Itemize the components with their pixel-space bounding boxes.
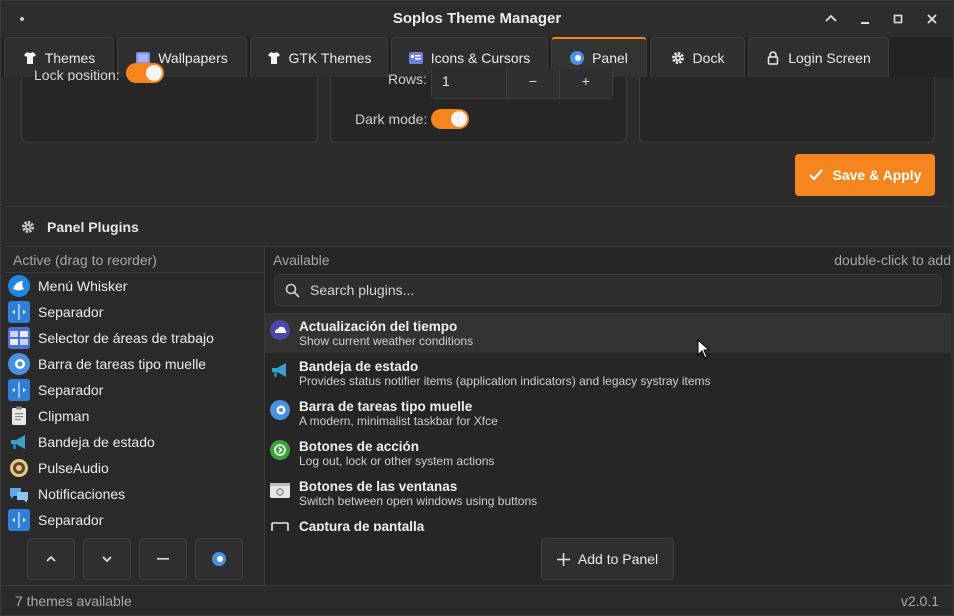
window-title: Soplos Theme Manager [392, 10, 562, 27]
list-item[interactable]: Separador [5, 299, 264, 325]
workspace-switcher-icon [8, 327, 30, 349]
list-item[interactable]: Botones de las ventanas Switch between op… [265, 473, 951, 513]
list-item[interactable]: Selector de áreas de trabajo [5, 325, 264, 351]
list-item[interactable]: Menú Whisker [5, 273, 264, 299]
chevron-up-icon [46, 555, 56, 562]
panel-plugins-header: Panel Plugins [5, 206, 951, 246]
maximize-icon[interactable] [888, 10, 908, 30]
mouse-cursor-icon [697, 339, 711, 359]
move-up-button[interactable] [27, 538, 75, 580]
check-icon [808, 169, 823, 181]
speaker-icon [8, 457, 30, 479]
version-label: v2.0.1 [900, 593, 939, 609]
increase-button[interactable]: + [559, 69, 612, 98]
rows-label: Rows: [388, 71, 427, 87]
tab-label: Wallpapers [158, 49, 228, 66]
remove-button[interactable] [139, 538, 187, 580]
status-bar: 7 themes available v2.0.1 [1, 585, 953, 615]
list-item[interactable]: Barra de tareas tipo muelle [5, 351, 264, 377]
panel-tab-content: Lock position: Rows: 1 − + Dark mode: Sa… [5, 63, 951, 585]
themes-count: 7 themes available [15, 593, 132, 609]
notifications-icon [8, 483, 30, 505]
active-header: Active (drag to reorder) [5, 247, 264, 273]
chevron-down-icon [102, 556, 112, 563]
panel-preferences-button[interactable] [195, 538, 243, 580]
dark-mode-toggle[interactable] [431, 109, 469, 129]
gear-icon [671, 51, 684, 64]
minimize-icon[interactable] [855, 10, 875, 30]
search-icon [285, 283, 300, 298]
active-plugins-pane: Active (drag to reorder) Menú Whisker Se… [5, 246, 265, 585]
separator-icon [8, 379, 30, 401]
add-label: Add to Panel [577, 551, 659, 567]
list-item[interactable]: Actualización del tiempo Show current wea… [265, 313, 951, 353]
list-item[interactable]: Separador [5, 377, 264, 403]
panel-icon [570, 51, 585, 65]
tab-label: Dock [692, 49, 725, 66]
screenshot-icon [271, 522, 289, 531]
window-buttons-icon [270, 483, 290, 498]
list-item[interactable]: Separador [5, 507, 264, 533]
lock-position-toggle[interactable] [126, 63, 164, 83]
icons-icon [408, 51, 423, 64]
tab-label: Themes [44, 49, 96, 66]
separator-icon [8, 301, 30, 323]
tab-dock[interactable]: Dock [650, 37, 745, 77]
dark-mode-label: Dark mode: [355, 111, 428, 127]
list-item[interactable]: Bandeja de estado Provides status notifie… [265, 353, 951, 393]
rows-spinbutton[interactable]: 1 − + [431, 69, 613, 99]
available-header-row: Available double-click to add [265, 247, 951, 273]
add-hint: double-click to add [834, 252, 951, 268]
megaphone-icon [272, 363, 286, 377]
title-bar[interactable]: Soplos Theme Manager [1, 1, 953, 37]
tab-login-screen[interactable]: Login Screen [748, 37, 889, 77]
available-header: Available [273, 252, 330, 268]
minus-icon [157, 558, 169, 560]
search-field[interactable]: Search plugins... [274, 274, 942, 306]
gear-icon [22, 220, 34, 233]
list-item[interactable]: Bandeja de estado [5, 429, 264, 455]
decrease-button[interactable]: − [507, 69, 560, 98]
appearance-card: Rows: 1 − + Dark mode: [330, 69, 627, 143]
panel-icon [212, 552, 226, 566]
rows-value[interactable]: 1 [432, 69, 508, 98]
separator-icon [8, 509, 30, 531]
list-item[interactable]: Clipman [5, 403, 264, 429]
list-item[interactable]: PulseAudio [5, 455, 264, 481]
close-icon[interactable] [922, 10, 942, 30]
app-window: Soplos Theme Manager Themes Wallpapers G… [0, 0, 954, 616]
section-title: Panel Plugins [47, 218, 139, 235]
tab-label: Panel [592, 50, 628, 66]
extra-card [639, 77, 935, 143]
chevron-up-icon[interactable] [821, 10, 841, 30]
tab-label: GTK Themes [288, 49, 372, 66]
save-label: Save & Apply [832, 167, 922, 183]
list-item[interactable]: Notificaciones [5, 481, 264, 507]
available-plugins-pane: Available double-click to add Search plu… [265, 246, 951, 585]
plus-icon [556, 552, 570, 566]
action-buttons-icon [270, 440, 290, 460]
docklike-taskbar-icon [8, 353, 30, 375]
search-input[interactable]: Search plugins... [310, 282, 414, 298]
list-item[interactable]: Botones de acción Log out, lock or other … [265, 433, 951, 473]
tab-label: Login Screen [788, 49, 871, 66]
whisker-menu-icon [8, 275, 30, 297]
docklike-taskbar-icon [270, 400, 290, 420]
weather-icon [270, 320, 290, 340]
active-plugins-list: Menú Whisker Separador Selector de áreas… [5, 273, 264, 533]
lock-position-label: Lock position: [34, 67, 120, 81]
lock-icon [767, 50, 779, 65]
move-down-button[interactable] [83, 538, 131, 580]
megaphone-icon [8, 431, 30, 453]
shirt-icon [267, 51, 280, 64]
clipboard-icon [8, 405, 30, 427]
list-item[interactable]: Barra de tareas tipo muelle A modern, min… [265, 393, 951, 433]
tab-gtk-themes[interactable]: GTK Themes [250, 37, 388, 77]
add-to-panel-button[interactable]: Add to Panel [541, 538, 674, 580]
position-card: Lock position: [21, 63, 318, 143]
shirt-icon [23, 51, 36, 64]
save-apply-button[interactable]: Save & Apply [795, 154, 935, 196]
tab-label: Icons & Cursors [430, 49, 531, 66]
list-item[interactable]: Captura de pantalla [265, 513, 951, 531]
